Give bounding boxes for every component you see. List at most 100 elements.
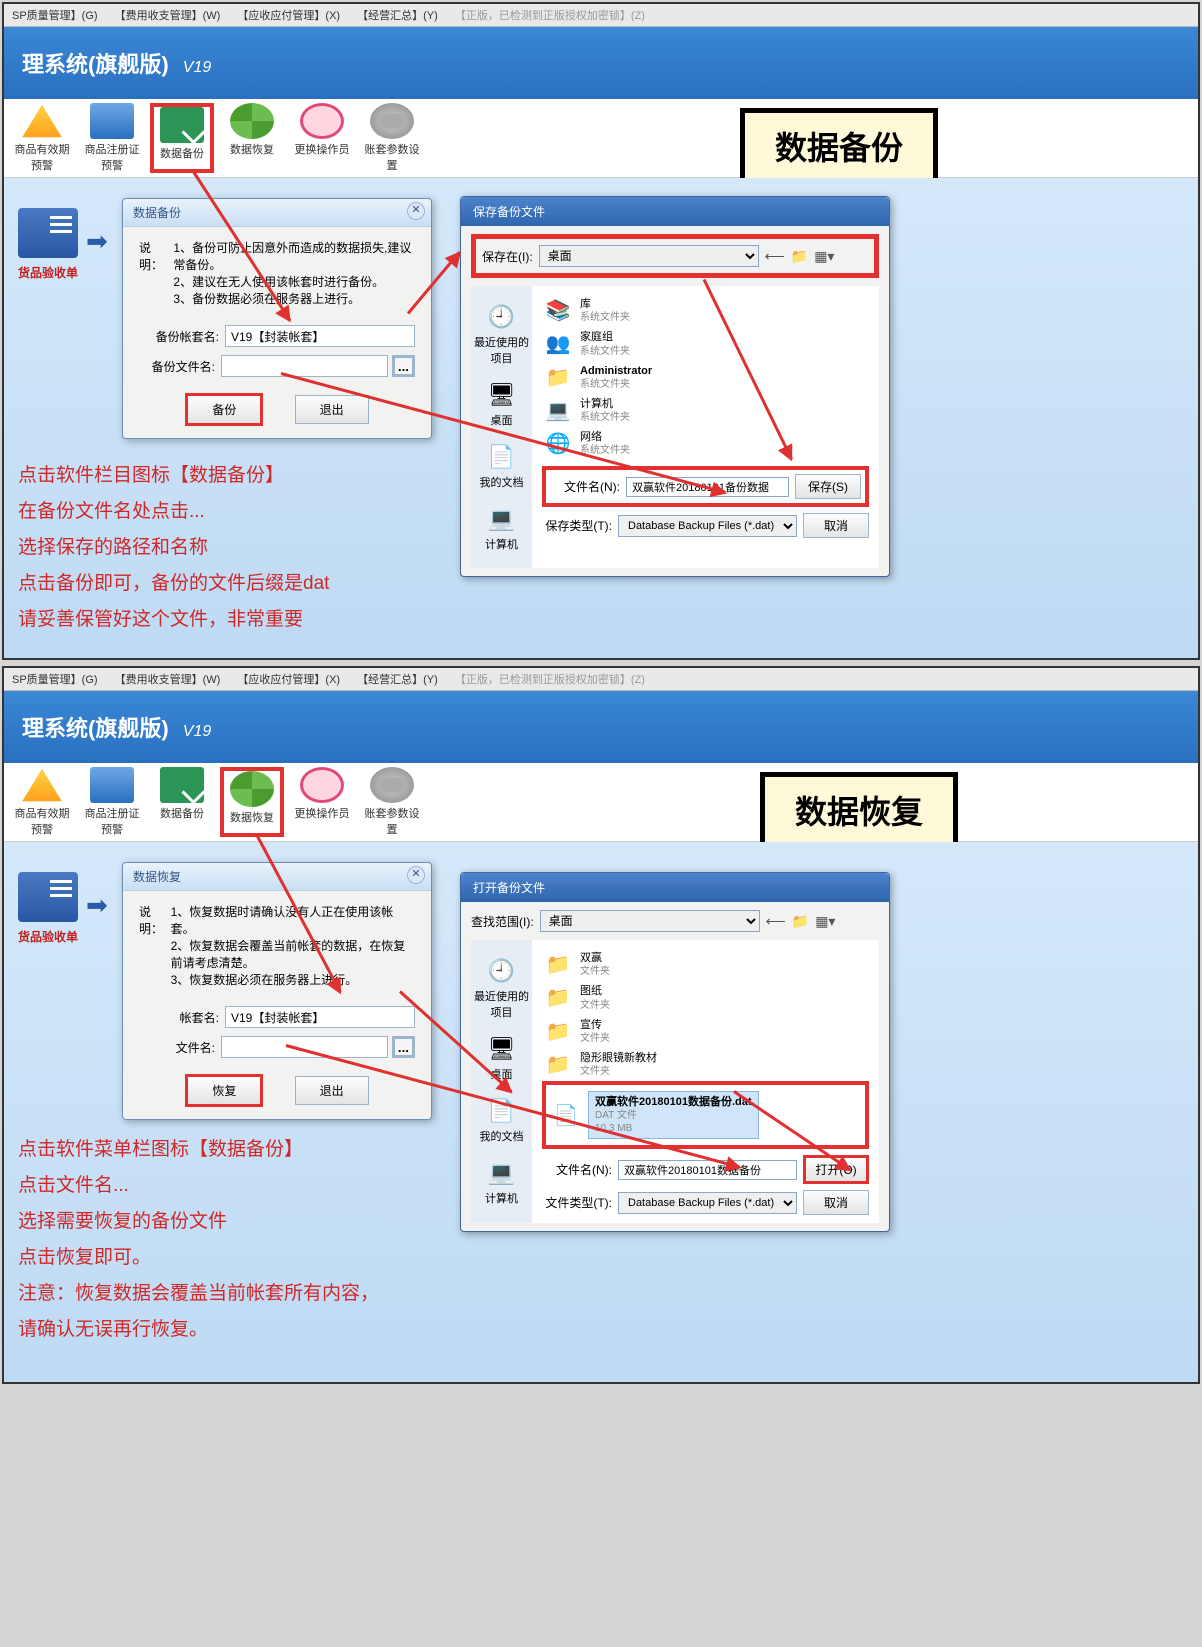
menu-item[interactable]: 【应收应付管理】(X) xyxy=(237,10,340,22)
place-desktop[interactable]: 🖥桌面 xyxy=(473,1030,530,1086)
filename-input[interactable] xyxy=(221,355,388,377)
warning-icon xyxy=(20,767,64,803)
desktop-icon: 🖥 xyxy=(484,1034,520,1064)
arrow-icon: ➡ xyxy=(86,890,108,921)
list-item[interactable]: 📁Administrator系统文件夹 xyxy=(542,361,869,394)
file-list[interactable]: 📚 库系统文件夹 👥家庭组系统文件夹 📁Administrator系统文件夹 💻计… xyxy=(542,294,869,460)
save-title: 保存备份文件 xyxy=(473,205,545,219)
tool-backup[interactable]: 数据备份 xyxy=(150,103,214,173)
tool-register-warn[interactable]: 商品注册证预警 xyxy=(80,767,144,837)
tool-label: 数据恢复 xyxy=(230,812,274,824)
menu-item[interactable]: SP质量管理】(G) xyxy=(12,10,98,22)
menu-item[interactable]: 【费用收支管理】(W) xyxy=(115,10,221,22)
nav-back-icon[interactable]: ⟵ xyxy=(765,248,785,265)
file-list[interactable]: 📁双赢文件夹 📁图纸文件夹 📁宣传文件夹 📁隐形眼镜新教材文件夹 📄 双赢软件2… xyxy=(542,948,869,1149)
place-recent[interactable]: 🕘最近使用的项目 xyxy=(473,298,530,370)
tool-label: 数据备份 xyxy=(160,808,204,820)
tool-backup[interactable]: 数据备份 xyxy=(150,767,214,837)
list-item[interactable]: 💻计算机系统文件夹 xyxy=(542,394,869,427)
item-sub: DAT 文件 xyxy=(595,1109,752,1122)
list-item[interactable]: 📁图纸文件夹 xyxy=(542,981,869,1014)
account-input[interactable] xyxy=(225,325,415,347)
list-item[interactable]: 📁宣传文件夹 xyxy=(542,1015,869,1048)
app-title: 理系统(旗舰版) xyxy=(22,716,169,741)
place-desktop[interactable]: 🖥桌面 xyxy=(473,376,530,432)
side-label: 货品验收单 xyxy=(18,264,78,281)
backup-button[interactable]: 备份 xyxy=(185,393,263,426)
item-sub: 文件夹 xyxy=(580,999,610,1012)
item-sub: 系统文件夹 xyxy=(580,378,652,391)
side-shortcut[interactable]: 货品验收单 xyxy=(18,208,78,281)
place-recent[interactable]: 🕘最近使用的项目 xyxy=(473,952,530,1024)
tool-settings[interactable]: 账套参数设置 xyxy=(360,767,424,837)
filename-input[interactable] xyxy=(221,1036,388,1058)
tool-settings[interactable]: 账套参数设置 xyxy=(360,103,424,173)
nav-up-icon[interactable]: 📁 xyxy=(792,913,809,930)
filetype-select[interactable]: Database Backup Files (*.dat) xyxy=(618,1192,797,1214)
cancel-button[interactable]: 取消 xyxy=(803,1190,869,1215)
exit-button[interactable]: 退出 xyxy=(295,1076,369,1105)
look-in-label: 查找范围(I): xyxy=(471,913,534,930)
menu-item[interactable]: SP质量管理】(G) xyxy=(12,674,98,686)
app-header: 理系统(旗舰版) V19 xyxy=(4,691,1198,763)
dialog-titlebar: 数据备份 ✕ xyxy=(123,199,431,227)
folder-icon: 📁 xyxy=(544,952,572,978)
cancel-button[interactable]: 取消 xyxy=(803,513,869,538)
tool-switch-user[interactable]: 更换操作员 xyxy=(290,103,354,173)
close-button[interactable]: ✕ xyxy=(407,866,425,884)
place-documents[interactable]: 📄我的文档 xyxy=(473,1092,530,1148)
library-icon: 📚 xyxy=(544,298,572,324)
account-label: 帐套名: xyxy=(139,1009,219,1026)
face-icon xyxy=(300,767,344,803)
nav-view-icon[interactable]: ▦▾ xyxy=(815,913,835,930)
list-item[interactable]: 📁隐形眼镜新教材文件夹 xyxy=(542,1048,869,1081)
open-filename-input[interactable] xyxy=(618,1160,797,1180)
nav-view-icon[interactable]: ▦▾ xyxy=(814,248,834,265)
place-documents[interactable]: 📄我的文档 xyxy=(473,438,530,494)
menu-item[interactable]: 【费用收支管理】(W) xyxy=(115,674,221,686)
list-item[interactable]: 👥家庭组系统文件夹 xyxy=(542,327,869,360)
look-in-select[interactable]: 桌面 xyxy=(540,910,760,932)
menu-item[interactable]: 【应收应付管理】(X) xyxy=(237,674,340,686)
menu-item[interactable]: 【正版，已检测到正版授权加密锁】(Z) xyxy=(455,10,645,22)
filetype-label: 文件类型(T): xyxy=(542,1194,612,1211)
desktop-icon: 🖥 xyxy=(484,380,520,410)
item-name: 家庭组 xyxy=(580,330,630,344)
filename-label: 文件名: xyxy=(139,1039,215,1056)
save-in-select[interactable]: 桌面 xyxy=(539,245,759,267)
tool-switch-user[interactable]: 更换操作员 xyxy=(290,767,354,837)
refresh-icon xyxy=(230,103,274,139)
list-item[interactable]: 📁双赢文件夹 xyxy=(542,948,869,981)
exit-button[interactable]: 退出 xyxy=(295,395,369,424)
nav-up-icon[interactable]: 📁 xyxy=(791,248,808,265)
instruction-text: 点击软件菜单栏图标【数据备份】 点击文件名... 选择需要恢复的备份文件 点击恢… xyxy=(18,1132,379,1349)
menu-item[interactable]: 【经营汇总】(Y) xyxy=(357,674,438,686)
menu-item[interactable]: 【经营汇总】(Y) xyxy=(357,10,438,22)
place-computer[interactable]: 💻计算机 xyxy=(473,1154,530,1210)
filetype-select[interactable]: Database Backup Files (*.dat) xyxy=(618,515,797,537)
place-computer[interactable]: 💻计算机 xyxy=(473,500,530,556)
menu-item[interactable]: 【正版，已检测到正版授权加密锁】(Z) xyxy=(455,674,645,686)
nav-back-icon[interactable]: ⟵ xyxy=(766,913,786,930)
tool-expiry-warn[interactable]: 商品有效期预警 xyxy=(10,103,74,173)
list-item[interactable]: 📚库系统文件夹 xyxy=(542,294,869,327)
tool-register-warn[interactable]: 商品注册证预警 xyxy=(80,103,144,173)
save-button[interactable]: 保存(S) xyxy=(795,474,861,499)
close-button[interactable]: ✕ xyxy=(407,202,425,220)
tool-expiry-warn[interactable]: 商品有效期预警 xyxy=(10,767,74,837)
restore-button[interactable]: 恢复 xyxy=(185,1074,263,1107)
recent-icon: 🕘 xyxy=(484,302,520,332)
tool-label: 更换操作员 xyxy=(295,144,350,156)
account-input[interactable] xyxy=(225,1006,415,1028)
item-name: 库 xyxy=(580,297,630,311)
filename-label: 备份文件名: xyxy=(139,358,215,375)
tool-restore[interactable]: 数据恢复 xyxy=(220,767,284,837)
browse-button[interactable]: ... xyxy=(392,355,415,377)
side-shortcut[interactable]: 货品验收单 xyxy=(18,872,78,945)
list-item-selected[interactable]: 📄 双赢软件20180101数据备份.dat DAT 文件 10.3 MB xyxy=(542,1081,869,1149)
browse-button[interactable]: ... xyxy=(392,1036,415,1058)
tool-restore[interactable]: 数据恢复 xyxy=(220,103,284,173)
instr-line: 请确认无误再行恢复。 xyxy=(18,1312,379,1348)
gear-icon xyxy=(370,103,414,139)
account-label: 备份帐套名: xyxy=(139,328,219,345)
